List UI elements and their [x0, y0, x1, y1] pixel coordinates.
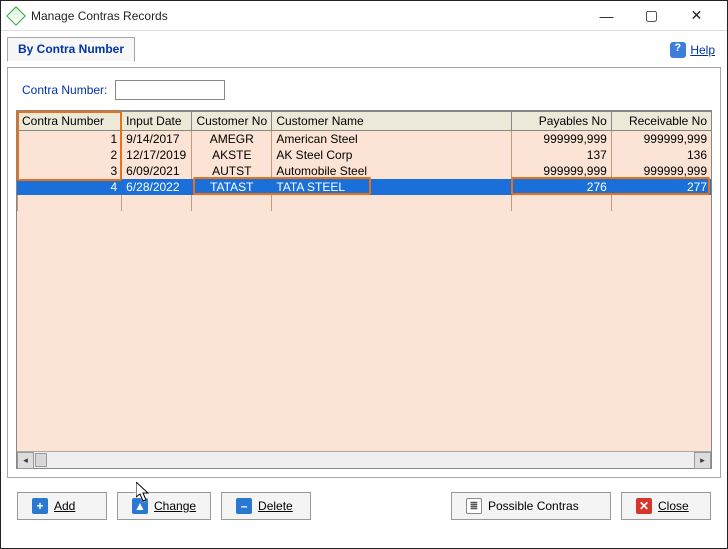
col-customer-name[interactable]: Customer Name — [272, 112, 511, 131]
table-row[interactable]: 212/17/2019AKSTEAK Steel Corp137136 — [18, 147, 712, 163]
plus-icon: + — [32, 498, 48, 514]
col-input-date[interactable]: Input Date — [122, 112, 192, 131]
titlebar[interactable]: Manage Contras Records — ▢ ✕ — [1, 1, 727, 31]
cell-customer-name: American Steel — [272, 131, 511, 148]
close-label: Close — [658, 499, 689, 513]
cell-input-date: 6/28/2022 — [122, 179, 192, 195]
cell-receivable-no: 136 — [611, 147, 711, 163]
table-filler — [18, 195, 712, 211]
cell-customer-no: AMEGR — [192, 131, 272, 148]
cell-contra-number: 4 — [18, 179, 122, 195]
minus-icon: – — [236, 498, 252, 514]
cell-customer-name: AK Steel Corp — [272, 147, 511, 163]
delete-label: Delete — [258, 499, 293, 513]
list-icon: ≣ — [466, 498, 482, 514]
change-icon: ▲ — [132, 498, 148, 514]
bottom-toolbar: + Add ▲ Change – Delete ≣ Possible Contr… — [7, 478, 721, 530]
cell-customer-no: AKSTE — [192, 147, 272, 163]
contra-number-input[interactable] — [115, 80, 225, 100]
add-label: Add — [54, 499, 75, 513]
cell-payables-no: 276 — [511, 179, 611, 195]
cell-payables-no: 999999,999 — [511, 131, 611, 148]
help-icon — [670, 42, 686, 58]
scroll-right-button[interactable]: ▸ — [694, 452, 711, 469]
delete-button[interactable]: – Delete — [221, 492, 311, 520]
table-row[interactable]: 46/28/2022TATASTTATA STEEL276277 — [18, 179, 712, 195]
col-receivable-no[interactable]: Receivable No — [611, 112, 711, 131]
add-button[interactable]: + Add — [17, 492, 107, 520]
horizontal-scrollbar[interactable]: ◂ ▸ — [17, 451, 711, 468]
header-row: Contra Number Input Date Customer No Cus… — [18, 112, 712, 131]
grid: Contra Number Input Date Customer No Cus… — [16, 110, 712, 469]
close-button[interactable]: ✕ Close — [621, 492, 711, 520]
help-link[interactable]: Help — [664, 42, 721, 58]
possible-contras-button[interactable]: ≣ Possible Contras — [451, 492, 611, 520]
cell-customer-no: AUTST — [192, 163, 272, 179]
window-title: Manage Contras Records — [31, 9, 584, 23]
scroll-thumb[interactable] — [35, 453, 47, 467]
cell-contra-number: 2 — [18, 147, 122, 163]
table-row[interactable]: 19/14/2017AMEGRAmerican Steel999999,9999… — [18, 131, 712, 148]
scroll-left-button[interactable]: ◂ — [17, 452, 34, 469]
col-contra-number[interactable]: Contra Number — [18, 112, 122, 131]
minimize-button[interactable]: — — [584, 1, 629, 30]
cell-receivable-no: 999999,999 — [611, 163, 711, 179]
grid-scroll[interactable]: Contra Number Input Date Customer No Cus… — [17, 111, 711, 451]
cell-customer-no: TATAST — [192, 179, 272, 195]
cell-input-date: 6/09/2021 — [122, 163, 192, 179]
cell-receivable-no: 999999,999 — [611, 131, 711, 148]
app-icon — [6, 6, 26, 26]
table-row[interactable]: 36/09/2021AUTSTAutomobile Steel999999,99… — [18, 163, 712, 179]
cell-receivable-no: 277 — [611, 179, 711, 195]
main-panel: Contra Number: Contra Number Input Date … — [7, 67, 721, 478]
filter-label: Contra Number: — [22, 83, 107, 97]
col-customer-no[interactable]: Customer No — [192, 112, 272, 131]
cell-input-date: 9/14/2017 — [122, 131, 192, 148]
cell-input-date: 12/17/2019 — [122, 147, 192, 163]
possible-label: Possible Contras — [488, 499, 579, 513]
cell-contra-number: 1 — [18, 131, 122, 148]
cell-contra-number: 3 — [18, 163, 122, 179]
change-label: Change — [154, 499, 196, 513]
help-label: Help — [690, 43, 715, 57]
cell-payables-no: 137 — [511, 147, 611, 163]
cell-customer-name: TATA STEEL — [272, 179, 511, 195]
cell-customer-name: Automobile Steel — [272, 163, 511, 179]
tab-by-contra-number[interactable]: By Contra Number — [7, 37, 135, 62]
change-button[interactable]: ▲ Change — [117, 492, 211, 520]
cell-payables-no: 999999,999 — [511, 163, 611, 179]
close-icon: ✕ — [636, 498, 652, 514]
maximize-button[interactable]: ▢ — [629, 1, 674, 30]
col-payables-no[interactable]: Payables No — [511, 112, 611, 131]
close-window-button[interactable]: ✕ — [674, 1, 719, 30]
